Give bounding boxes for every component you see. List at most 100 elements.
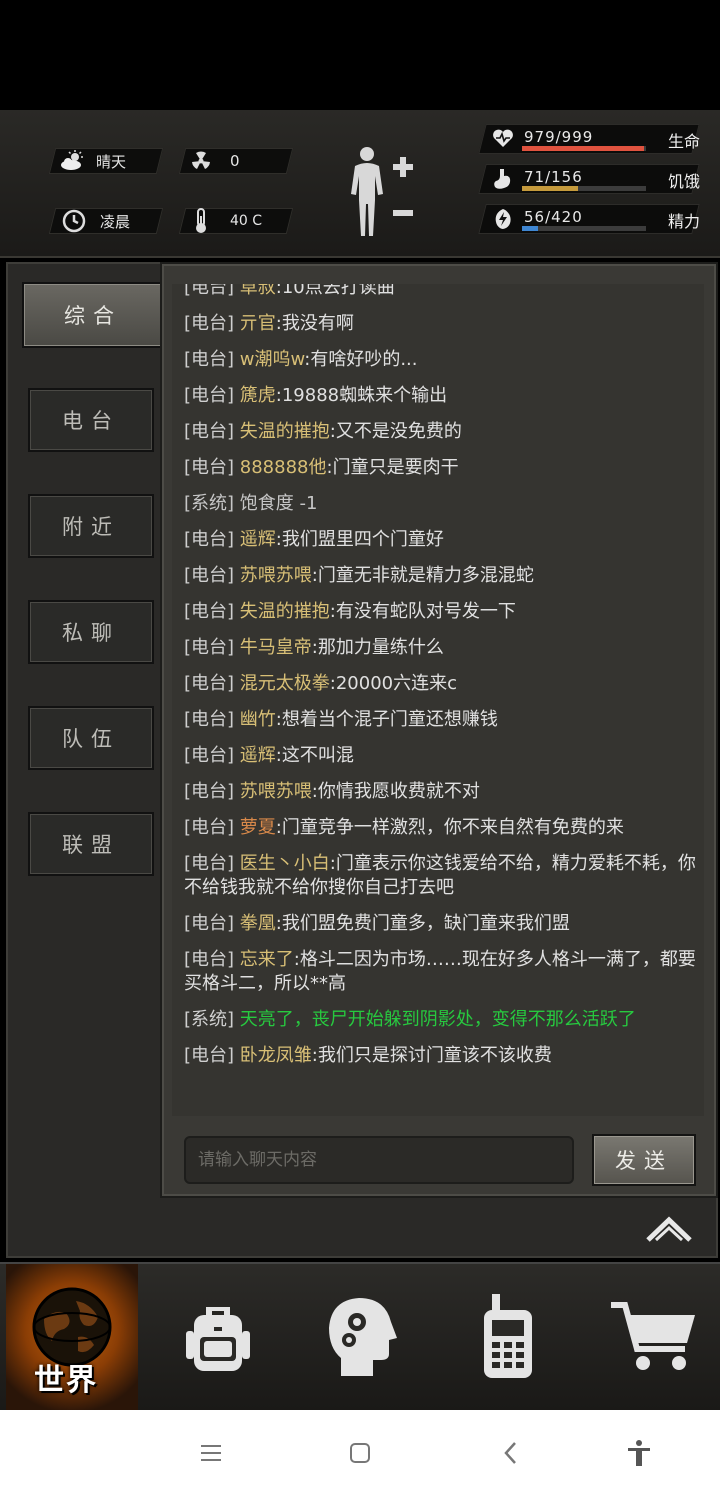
message-channel: [电台]	[184, 949, 235, 970]
message-text: :又不是没免费的	[329, 421, 462, 442]
energy-fill	[522, 226, 539, 231]
message-channel: [电台]	[184, 673, 235, 694]
chat-message: [电台] 草叔:10点去打读曲	[172, 284, 704, 306]
chevron-up-icon	[646, 1216, 692, 1242]
message-sender[interactable]: 萝夏	[240, 817, 276, 838]
message-sender[interactable]: 失温的摧抱	[240, 601, 330, 622]
energy-label: 精力	[667, 212, 700, 231]
shopping-cart-icon	[611, 1302, 695, 1370]
tab-nearby[interactable]: 附近	[28, 494, 154, 558]
message-sender[interactable]: w潮呜w	[240, 349, 304, 370]
weather-text: 晴天	[96, 152, 127, 171]
message-sender[interactable]: 卧龙凤雏	[240, 1045, 312, 1066]
chat-message: [电台] 遥辉:这不叫混	[172, 738, 704, 774]
chat-message: [电台] 幽竹:想着当个混子门童还想赚钱	[172, 702, 704, 738]
message-sender[interactable]: 888888他	[240, 457, 327, 478]
message-channel: [电台]	[184, 709, 235, 730]
accessibility-icon	[628, 1440, 650, 1466]
message-channel: [电台]	[184, 637, 235, 658]
health-label: 生命	[667, 132, 700, 151]
message-text: :我们盟免费门童多，缺门童来我们盟	[275, 913, 570, 934]
message-sender[interactable]: 苏喂苏喂	[240, 565, 312, 586]
hunger-fill	[522, 186, 579, 191]
nav-shop-button[interactable]	[606, 1264, 702, 1410]
hunger-label: 饥饿	[667, 172, 700, 191]
message-sender[interactable]: 牛马皇帝	[240, 637, 312, 658]
message-sender[interactable]: 草叔	[240, 284, 276, 298]
message-text: :有没有蛇队对号发一下	[329, 601, 516, 622]
nav-radio-button[interactable]	[466, 1264, 550, 1410]
energy-bar: 56/420 精力	[478, 204, 708, 234]
chat-message: [电台] 亓官:我没有啊	[172, 306, 704, 342]
message-sender[interactable]: 混元太极拳	[240, 673, 330, 694]
radiation-icon	[190, 150, 212, 172]
energy-value: 56/420	[524, 208, 583, 226]
message-sender[interactable]: 忘来了	[240, 949, 294, 970]
menu-icon	[201, 1445, 221, 1461]
chat-message: [电台] 牛马皇帝:那加力量练什么	[172, 630, 704, 666]
message-sender[interactable]: 失温的摧抱	[240, 421, 330, 442]
clock-icon	[62, 209, 86, 233]
tab-radio[interactable]: 电台	[28, 388, 154, 452]
message-text: :这不叫混	[275, 745, 354, 766]
chat-message: [电台] 失温的摧抱:有没有蛇队对号发一下	[172, 594, 704, 630]
hunger-value: 71/156	[524, 168, 583, 186]
back-button[interactable]	[494, 1436, 528, 1470]
message-sender[interactable]: 亓官	[240, 313, 276, 334]
temperature-text: 40 C	[230, 213, 263, 229]
body-status-button[interactable]	[345, 144, 425, 240]
message-channel: [电台]	[184, 421, 235, 442]
message-sender[interactable]: 幽竹	[240, 709, 276, 730]
message-text: :10点去打读曲	[275, 284, 395, 298]
message-channel: [电台]	[184, 457, 235, 478]
tab-private[interactable]: 私聊	[28, 600, 154, 664]
message-sender[interactable]: 篪虎	[240, 385, 276, 406]
chat-message: [电台] 苏喂苏喂:门童无非就是精力多混混蛇	[172, 558, 704, 594]
message-sender[interactable]: 遥辉	[240, 745, 276, 766]
hunger-bar: 71/156 饥饿	[478, 164, 708, 194]
nav-skills-button[interactable]	[316, 1264, 406, 1410]
message-sender[interactable]: 医生丶小白	[240, 853, 330, 874]
home-button[interactable]	[343, 1436, 377, 1470]
chat-input[interactable]	[184, 1136, 574, 1184]
time-of-day-text: 凌晨	[100, 212, 131, 231]
message-text: :我没有啊	[275, 313, 354, 334]
radiation-value: 0	[230, 152, 240, 170]
cloud-sun-icon	[60, 150, 86, 172]
thermometer-icon	[194, 208, 208, 234]
chat-message: [电台] 混元太极拳:20000六连来c	[172, 666, 704, 702]
chat-message: [电台] 888888他:门童只是要肉干	[172, 450, 704, 486]
tab-team[interactable]: 队伍	[28, 706, 154, 770]
chat-message: [电台] w潮呜w:有啥好吵的...	[172, 342, 704, 378]
back-chevron-icon	[504, 1442, 516, 1464]
message-sender[interactable]: 遥辉	[240, 529, 276, 550]
message-text: 饱食度 -1	[239, 493, 318, 514]
message-text: :我们只是探讨门童该不该收费	[311, 1045, 552, 1066]
message-text: :你情我愿收费就不对	[311, 781, 480, 802]
message-text: :想着当个混子门童还想赚钱	[275, 709, 498, 730]
collapse-button[interactable]	[644, 1214, 694, 1244]
tab-alliance[interactable]: 联盟	[28, 812, 154, 876]
chat-message: [电台] 失温的摧抱:又不是没免费的	[172, 414, 704, 450]
message-text: :门童竞争一样激烈，你不来自然有免费的来	[275, 817, 624, 838]
send-button[interactable]: 发送	[592, 1134, 696, 1186]
head-gears-icon	[329, 1298, 397, 1376]
message-text: :我们盟里四个门童好	[275, 529, 444, 550]
tab-general[interactable]: 综合	[22, 282, 164, 348]
nav-backpack-button[interactable]	[166, 1264, 270, 1410]
chat-log[interactable]: [电台] 草叔:10点去打读曲 [电台] 亓官:我没有啊 [电台] w潮呜w:有啥好…	[172, 284, 704, 1116]
message-sender[interactable]: 苏喂苏喂	[240, 781, 312, 802]
message-channel: [电台]	[184, 781, 235, 802]
heart-pulse-icon	[492, 128, 514, 150]
chat-message: [电台] 篪虎:19888蜘蛛来个输出	[172, 378, 704, 414]
message-text: :门童只是要肉干	[326, 457, 459, 478]
message-channel: [电台]	[184, 349, 235, 370]
message-text: 天亮了，丧尸开始躲到阴影处，变得不那么活跃了	[239, 1009, 636, 1030]
chat-message: [电台] 遥辉:我们盟里四个门童好	[172, 522, 704, 558]
message-channel: [电台]	[184, 565, 235, 586]
message-channel: [电台]	[184, 913, 235, 934]
backpack-icon	[186, 1307, 250, 1371]
accessibility-button[interactable]	[622, 1436, 656, 1470]
message-sender[interactable]: 拳凰	[240, 913, 276, 934]
menu-button[interactable]	[194, 1436, 228, 1470]
